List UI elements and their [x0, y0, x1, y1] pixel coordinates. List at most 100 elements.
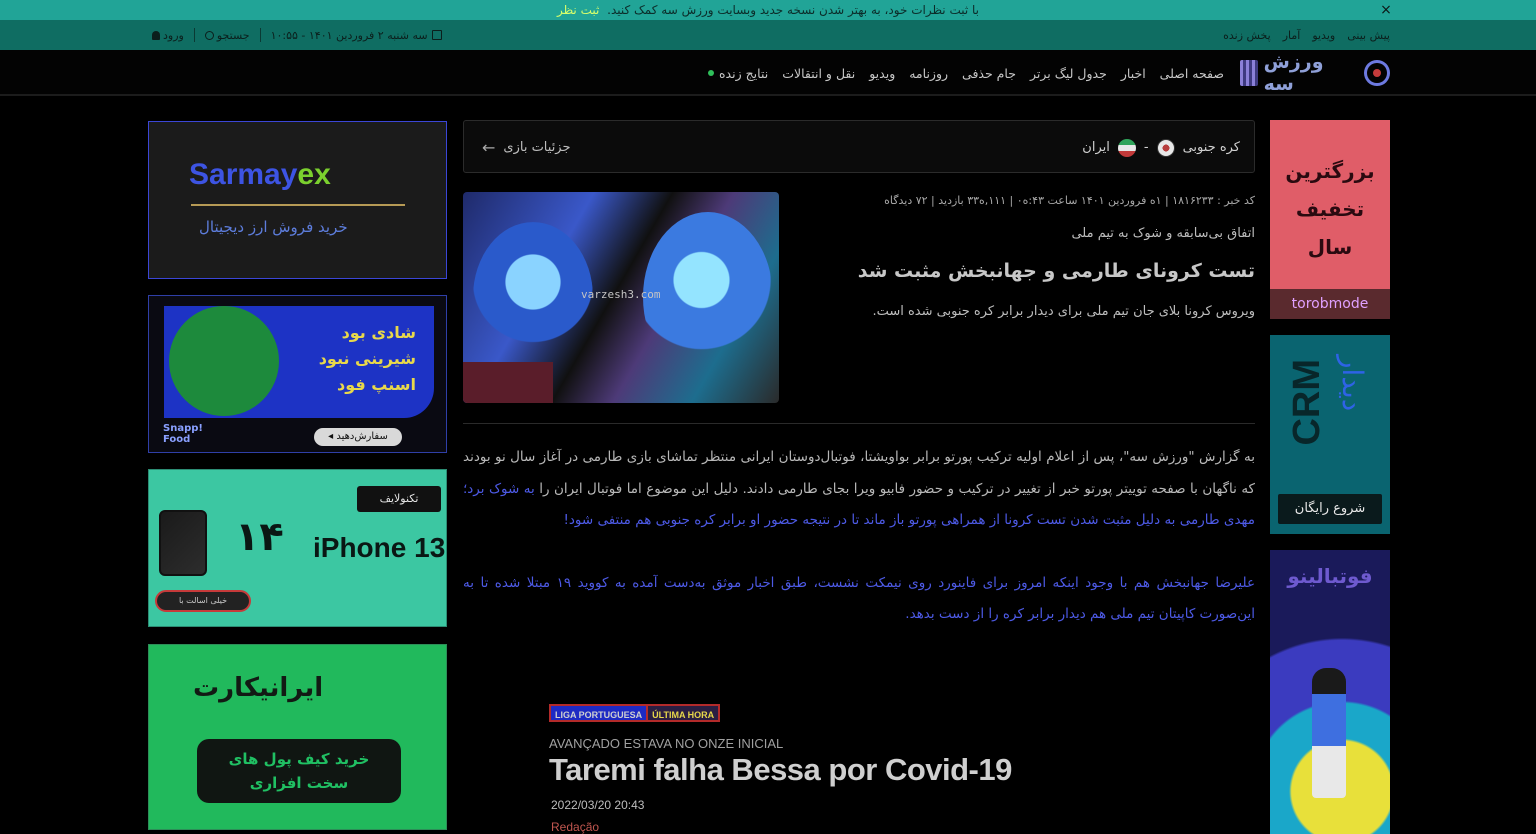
live-results-label: نتایج زنده	[718, 65, 769, 81]
snapp-line-2: شیرینی نبود	[318, 349, 416, 368]
sarmayex-brand: Sarmayex	[189, 158, 331, 192]
match-teams: کره جنوبی - ایران	[1082, 121, 1240, 174]
ad-technolife[interactable]: تکنولایف ۱۴ iPhone 13 خیلی اسالت با	[148, 469, 447, 627]
match-bar: کره جنوبی - ایران ← جزئیات بازی	[463, 120, 1255, 173]
iphone-image	[159, 510, 207, 576]
ad-torobmode[interactable]: بزرگترین تخفیف سال torobmode	[1270, 120, 1390, 319]
south-korea-flag-icon	[1156, 138, 1175, 157]
close-icon[interactable]: ×	[1378, 0, 1394, 20]
technolife-cta-button[interactable]: خیلی اسالت با	[155, 590, 251, 612]
away-team-name[interactable]: ایران	[1082, 140, 1110, 155]
nav-item-news[interactable]: اخبار	[1121, 66, 1146, 81]
divider	[193, 28, 195, 42]
article-paragraph-2: علیرضا جهانبخش هم با وجود اینکه امروز بر…	[463, 574, 1256, 623]
live-dot-icon	[707, 70, 714, 76]
photo-figure-right	[643, 212, 773, 382]
embed-tag-breaking: ÚLTIMA HORA	[648, 704, 721, 722]
paragraph-1-text: به گزارش "ورزش سه"، پس از اعلام اولیه تر…	[463, 449, 1255, 497]
iranicard-box: خرید کیف پول های سخت افزاری	[197, 739, 401, 803]
search-icon	[204, 30, 214, 40]
nav-item-home[interactable]: صفحه اصلی	[1160, 66, 1224, 81]
current-date: سه شنبه ۲ فروردین ۱۴۰۱ - ۱۰:۵۵	[271, 29, 442, 42]
snapp-brand-1: Snapp!	[163, 423, 203, 434]
player-image	[1312, 668, 1346, 798]
sarmayex-brand-b: ex	[297, 158, 331, 191]
torob-line-1: بزرگترین	[1285, 159, 1375, 183]
user-icon	[152, 30, 160, 40]
logo-badge-icon	[1240, 60, 1258, 86]
match-details-link[interactable]: ← جزئیات بازی	[482, 121, 571, 174]
torob-line-2: تخفیف	[1295, 197, 1365, 221]
embed-tag-league: LIGA PORTUGUESA	[549, 704, 649, 722]
nav-item-cup[interactable]: جام حذفی	[962, 66, 1016, 81]
ad-iranicard[interactable]: ایرانیکارت خرید کیف پول های سخت افزاری	[148, 644, 447, 830]
footballino-title: فوتبالینو	[1287, 564, 1373, 588]
calendar-icon	[431, 30, 442, 40]
crm-text: CRM	[1286, 359, 1328, 446]
utility-link-stats[interactable]: آمار	[1283, 29, 1301, 42]
home-team-name[interactable]: کره جنوبی	[1183, 140, 1240, 155]
match-details-label: جزئیات بازی	[503, 140, 571, 155]
photo-figure-left	[473, 222, 593, 372]
snapp-text: شادی بود شیرینی نبود اسنپ فود	[319, 320, 416, 398]
sarmayex-brand-a: Sarmay	[189, 158, 298, 191]
utility-link-video[interactable]: ویدیو	[1312, 29, 1335, 42]
nav-item-newspaper[interactable]: روزنامه	[909, 66, 948, 81]
snapp-line-1: شادی بود	[341, 323, 416, 342]
embed-overline: AVANÇADO ESTAVA NO ONZE INICIAL	[549, 736, 784, 751]
embedded-tweet-card[interactable]: LIGA PORTUGUESA ÚLTIMA HORA AVANÇADO EST…	[539, 692, 1179, 834]
utility-left: ورود جستجو سه شنبه ۲ فروردین ۱۴۰۱ - ۱۰:۵…	[152, 20, 442, 50]
snapp-illustration	[169, 306, 279, 416]
logo-mark-icon	[1364, 60, 1390, 86]
ad-snappfood[interactable]: شادی بود شیرینی نبود اسنپ فود Snapp! Foo…	[148, 295, 447, 453]
nav-item-live-results[interactable]: نتایج زنده	[707, 65, 769, 81]
search-button[interactable]: جستجو	[204, 29, 250, 42]
article-meta: کد خبر : ۱۸۱۶۲۳۳ | ۱ه فروردین ۱۴۰۱ ساعت …	[884, 194, 1255, 207]
nav-item-transfers[interactable]: نقل و انتقالات	[782, 66, 855, 81]
main-nav: ورزش سه صفحه اصلی اخبار جدول لیگ برتر جا…	[0, 50, 1536, 96]
login-button[interactable]: ورود	[152, 29, 184, 42]
photo-shirt	[463, 362, 553, 403]
notice-text: با ثبت نظرات خود، به بهتر شدن نسخه جدید …	[607, 3, 980, 17]
sarmayex-divider	[191, 204, 405, 206]
embed-tags: LIGA PORTUGUESA ÚLTIMA HORA	[549, 704, 721, 722]
ad-sarmayex[interactable]: Sarmayex خرید فروش ارز دیجیتال	[148, 121, 447, 279]
technolife-logo: تکنولایف	[357, 486, 441, 512]
divider	[259, 28, 261, 42]
torob-line-3: سال	[1307, 235, 1353, 259]
technolife-number: ۱۴	[235, 514, 284, 560]
snapp-line-3: اسنپ فود	[337, 375, 416, 394]
sarmayex-subtitle: خرید فروش ارز دیجیتال	[199, 218, 348, 236]
nav-item-video[interactable]: ویدیو	[869, 66, 895, 81]
iran-flag-icon	[1117, 138, 1136, 157]
embed-byline: Redação	[551, 820, 600, 834]
article-kicker: اتفاق بی‌سابقه و شوک به تیم ملی	[1071, 226, 1255, 241]
ad-didar-crm[interactable]: CRM دیدار شروع رایگان	[1270, 335, 1390, 534]
torob-text: بزرگترین تخفیف سال	[1270, 152, 1390, 266]
nav-item-league-table[interactable]: جدول لیگ برتر	[1030, 66, 1107, 81]
ad-footballino[interactable]: فوتبالینو	[1270, 550, 1390, 834]
utility-bar: پیش بینی ویدیو آمار پخش زنده ورود جستجو …	[0, 20, 1536, 50]
technolife-product: iPhone 13	[313, 532, 446, 563]
utility-link-predictions[interactable]: پیش بینی	[1347, 29, 1390, 42]
login-label: ورود	[163, 28, 184, 42]
article-title: تست کرونای طارمی و جهانبخش مثبت شد	[857, 260, 1255, 282]
divider	[463, 423, 1255, 424]
iranicard-line-1: خرید کیف پول های	[228, 750, 370, 768]
article-body: به گزارش "ورزش سه"، پس از اعلام اولیه تر…	[463, 442, 1255, 631]
photo-watermark: varzesh3.com	[581, 288, 661, 301]
feedback-notice-bar: با ثبت نظرات خود، به بهتر شدن نسخه جدید …	[0, 0, 1536, 20]
crm-start-button[interactable]: شروع رایگان	[1278, 494, 1382, 524]
site-logo[interactable]: ورزش سه	[1240, 51, 1390, 95]
article-lead: ویروس کرونا بلای جان تیم ملی برای دیدار …	[872, 304, 1255, 319]
crm-fa-text: دیدار	[1336, 355, 1369, 412]
utility-link-live-stream[interactable]: پخش زنده	[1223, 29, 1271, 42]
snapp-brand-2: Food	[163, 434, 191, 445]
arrow-left-icon: ←	[482, 138, 496, 157]
embed-headline: Taremi falha Bessa por Covid-19	[549, 752, 1012, 787]
submit-feedback-link[interactable]: ثبت نظر	[557, 3, 599, 17]
snapp-order-button[interactable]: سفارش‌دهید ◂	[314, 428, 402, 446]
article-photo: varzesh3.com	[463, 192, 779, 403]
snapp-brand: Snapp! Food	[163, 423, 203, 445]
utility-links: پیش بینی ویدیو آمار پخش زنده	[1223, 20, 1390, 50]
